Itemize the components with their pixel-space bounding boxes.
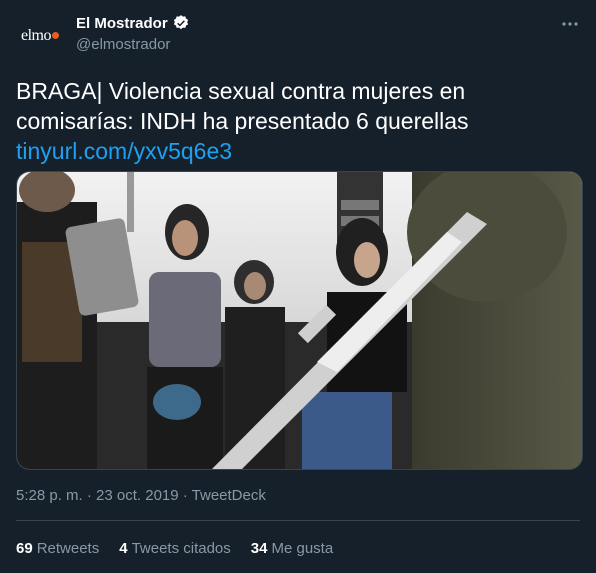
- avatar-logo-text: elmo: [21, 27, 52, 44]
- quotes-stat[interactable]: 4 Tweets citados: [119, 540, 231, 557]
- retweets-stat[interactable]: 69 Retweets: [16, 540, 99, 557]
- tweet-link[interactable]: tinyurl.com/yxv5q6e3: [16, 136, 580, 166]
- display-name-row: El Mostrador: [76, 14, 190, 32]
- author-info[interactable]: El Mostrador @elmostrador: [76, 14, 190, 53]
- protest-photo-illustration: [17, 172, 582, 469]
- likes-stat[interactable]: 34 Me gusta: [251, 540, 333, 557]
- quotes-count: 4: [119, 540, 128, 557]
- tweet-timestamp[interactable]: 5:28 p. m. · 23 oct. 2019 · TweetDeck: [16, 487, 266, 504]
- engagement-stats: 69 Retweets 4 Tweets citados 34 Me gusta: [16, 540, 333, 557]
- likes-label: Me gusta: [271, 540, 334, 557]
- verified-badge-icon: [173, 15, 188, 30]
- handle[interactable]: @elmostrador: [76, 36, 190, 53]
- divider: [16, 520, 580, 521]
- retweets-label: Retweets: [36, 540, 100, 557]
- retweets-count: 69: [16, 540, 33, 557]
- display-name[interactable]: El Mostrador: [76, 15, 168, 32]
- likes-count: 34: [250, 540, 268, 557]
- quotes-label: Tweets citados: [131, 540, 231, 557]
- tweet-text: BRAGA| Violencia sexual contra mujeres e…: [16, 78, 469, 134]
- avatar[interactable]: elmo: [16, 12, 64, 60]
- avatar-logo-dot: [52, 31, 59, 39]
- tweet-header: elmo El Mostrador @elmostrador: [0, 0, 596, 70]
- more-options-icon[interactable]: [560, 14, 580, 34]
- tweet-photo[interactable]: [16, 171, 583, 470]
- tweet-body: BRAGA| Violencia sexual contra mujeres e…: [16, 76, 580, 166]
